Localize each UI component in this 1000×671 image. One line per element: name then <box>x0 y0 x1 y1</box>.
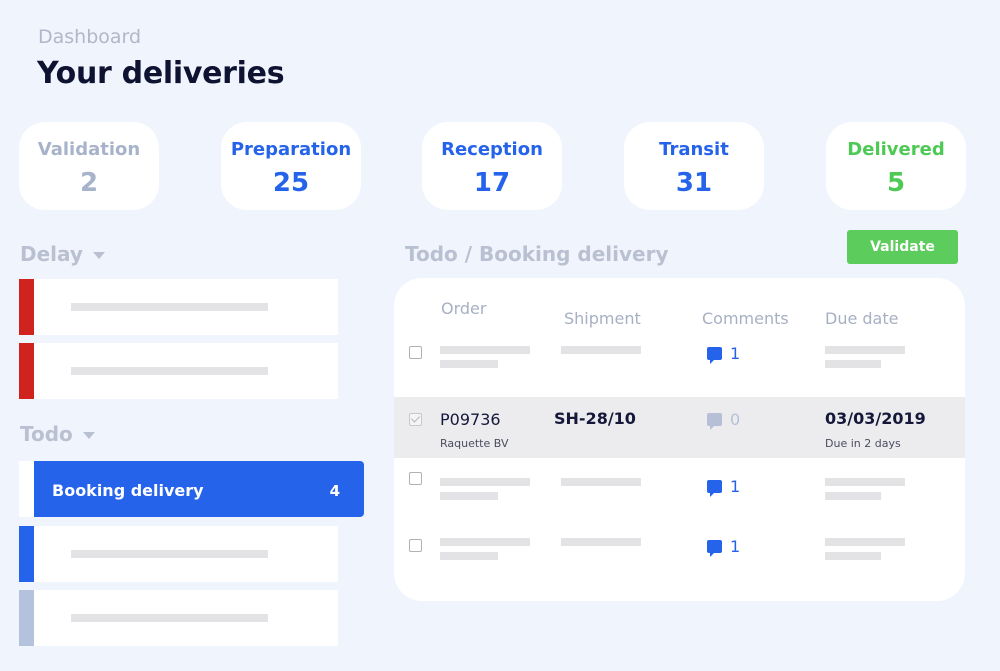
placeholder-bar <box>71 367 268 375</box>
stat-card-validation[interactable]: Validation 2 <box>19 122 159 210</box>
comment-icon <box>707 413 722 430</box>
comment-icon <box>707 480 722 497</box>
column-header-due-date[interactable]: Due date <box>825 309 898 328</box>
checkbox-icon[interactable] <box>409 346 422 359</box>
stat-value: 2 <box>79 168 99 198</box>
stat-value: 25 <box>272 168 310 198</box>
column-header-comments[interactable]: Comments <box>702 309 789 328</box>
delay-section-title: Delay <box>20 242 83 266</box>
caret-down-icon <box>92 252 105 259</box>
placeholder-bar <box>561 538 641 546</box>
todo-stripe <box>19 590 34 646</box>
placeholder-bar <box>440 492 498 500</box>
todo-section-toggle[interactable]: Todo <box>20 422 95 446</box>
todo-stripe <box>19 526 34 582</box>
booking-delivery-count: 4 <box>329 482 340 500</box>
comment-icon <box>707 347 722 364</box>
placeholder-bar <box>825 346 905 354</box>
placeholder-bar <box>825 478 905 486</box>
comment-count-value: 0 <box>730 410 741 429</box>
checkbox-icon[interactable] <box>409 539 422 552</box>
stat-value: 17 <box>473 168 511 198</box>
stat-card-delivered[interactable]: Delivered 5 <box>826 122 966 210</box>
placeholder-bar <box>825 552 881 560</box>
table-row-selected[interactable]: P09736 Raquette BV SH-28/10 0 03/03/2019… <box>394 397 965 458</box>
placeholder-bar <box>71 550 268 558</box>
checkbox-icon[interactable] <box>409 472 422 485</box>
breadcrumb: Dashboard <box>38 26 142 48</box>
main-breadcrumb: Todo / Booking delivery <box>405 242 669 266</box>
order-id: P09736 <box>440 410 501 429</box>
placeholder-bar <box>440 346 530 354</box>
customer-name: Raquette BV <box>440 437 509 450</box>
placeholder-bar <box>71 303 268 311</box>
booking-delivery-label: Booking delivery <box>52 481 204 500</box>
comment-count-value: 1 <box>730 537 741 556</box>
placeholder-bar <box>825 360 881 368</box>
placeholder-bar <box>71 614 268 622</box>
delay-item[interactable] <box>19 343 338 399</box>
stat-label: Transit <box>659 139 729 160</box>
comment-count[interactable]: 1 <box>707 537 741 557</box>
stat-card-preparation[interactable]: Preparation 25 <box>221 122 361 210</box>
stat-card-reception[interactable]: Reception 17 <box>422 122 562 210</box>
stat-value: 31 <box>675 168 713 198</box>
shipment-id: SH-28/10 <box>554 409 636 428</box>
column-header-order[interactable]: Order <box>441 299 486 318</box>
booking-delivery-edge <box>19 461 34 517</box>
stat-label: Preparation <box>230 139 352 160</box>
validate-button[interactable]: Validate <box>847 230 958 264</box>
todo-section-title: Todo <box>20 422 73 446</box>
placeholder-bar <box>561 478 641 486</box>
booking-delivery-item[interactable]: Booking delivery 4 <box>34 461 364 517</box>
placeholder-bar <box>440 552 498 560</box>
placeholder-bar <box>440 360 498 368</box>
comment-icon <box>707 540 722 557</box>
comment-count[interactable]: 1 <box>707 344 741 364</box>
due-date: 03/03/2019 <box>825 409 926 428</box>
placeholder-bar <box>561 346 641 354</box>
stat-label: Delivered <box>847 139 945 160</box>
caret-down-icon <box>82 432 95 439</box>
comment-count-value: 1 <box>730 477 741 496</box>
comment-count-value: 1 <box>730 344 741 363</box>
table-row[interactable]: 1 <box>394 336 965 396</box>
delay-item[interactable] <box>19 279 338 335</box>
table-row[interactable]: 1 <box>394 458 965 518</box>
stat-card-transit[interactable]: Transit 31 <box>624 122 764 210</box>
placeholder-bar <box>440 478 530 486</box>
checkbox-icon[interactable] <box>409 413 422 426</box>
column-header-shipment[interactable]: Shipment <box>564 309 641 328</box>
due-hint: Due in 2 days <box>825 437 901 450</box>
table-row[interactable]: 1 <box>394 518 965 578</box>
page-title: Your deliveries <box>37 56 285 91</box>
delay-stripe <box>19 279 34 335</box>
placeholder-bar <box>825 538 905 546</box>
todo-item[interactable] <box>19 526 338 582</box>
comment-count[interactable]: 0 <box>707 410 741 430</box>
delay-stripe <box>19 343 34 399</box>
delay-section-toggle[interactable]: Delay <box>20 242 105 266</box>
comment-count[interactable]: 1 <box>707 477 741 497</box>
stat-label: Reception <box>441 139 543 160</box>
todo-item[interactable] <box>19 590 338 646</box>
stat-value: 5 <box>886 168 906 198</box>
deliveries-table: Order Shipment Comments Due date 1 P0973… <box>394 278 965 601</box>
stat-label: Validation <box>37 139 141 160</box>
placeholder-bar <box>825 492 881 500</box>
placeholder-bar <box>440 538 530 546</box>
